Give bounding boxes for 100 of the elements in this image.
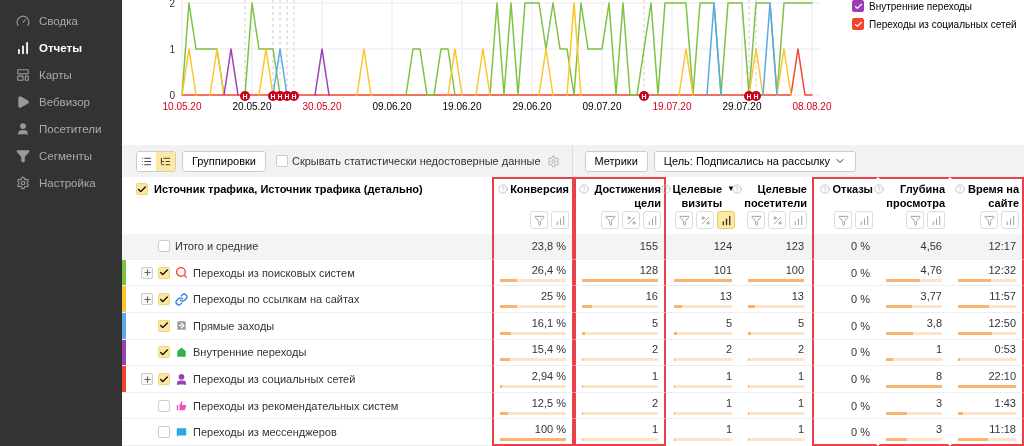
help-icon[interactable] [732,184,743,194]
checkbox[interactable] [158,426,170,439]
help-icon[interactable] [660,184,671,194]
legend-checkbox[interactable] [852,0,864,12]
table-cell: 2 [651,396,658,409]
filter-icon [909,214,921,226]
sidebar-item[interactable]: Сегменты [0,142,122,169]
checkbox[interactable] [158,346,170,359]
table-cell: 1:43 [994,396,1016,409]
filter-button[interactable] [980,211,998,230]
bar-chart-icon [858,214,870,226]
axis-label: 09.07.20 [582,101,622,112]
expand-button[interactable] [141,266,153,279]
checkbox[interactable] [136,183,148,195]
checkbox[interactable] [158,266,170,279]
percent-icon [771,214,783,226]
sidebar-item[interactable]: Вебвизор [0,88,122,115]
sidebar-item[interactable]: Отчеты [0,34,122,61]
filter-button[interactable] [906,211,924,230]
axis-label: 09.06.20 [372,101,412,112]
table-cell: 0 % [851,425,870,438]
expand-button[interactable] [141,293,153,306]
table-cell: 12:17 [988,240,1016,253]
column-header: Отказы [832,182,873,196]
checkbox-label: Скрывать статистически недостоверные данные [291,155,541,167]
axis-label: 29.07.20 [722,101,762,112]
link-icon [175,292,188,306]
axis-label: 2 [169,0,175,9]
checkbox[interactable] [158,240,170,253]
bar-chart-icon [930,214,942,226]
table-cell: 1 [725,396,732,409]
table-cell: 1 [725,422,732,435]
sort-indicator[interactable]: ▼ [727,182,735,196]
table-cell: 0 % [851,399,870,412]
sidebar-item[interactable]: Карты [0,61,122,88]
checkbox[interactable] [158,319,170,332]
table-row[interactable]: Переходы из поисковых систем 26,4 % 128 101 100 0 % 4,76 12:32 [122,259,1024,287]
percent-icon [625,214,637,226]
table-row[interactable]: Переходы по ссылкам на сайтах 25 % 16 13 13 0 % 3,77 11:57 [122,286,1024,313]
metrics-button[interactable]: Метрики [584,150,648,172]
table-cell: 13 [719,290,732,303]
axis-label: 19.06.20 [442,101,482,112]
filter-button[interactable] [601,211,619,230]
search-icon [175,266,188,280]
checkbox[interactable] [158,399,170,412]
table-row[interactable]: Итого и средние 23,8 % 155 124 123 0 % 4,56 12:17 [122,234,1024,260]
table-row[interactable]: Переходы из социальных сетей 2,94 % 1 1 1 0 % 8 22:10 [122,366,1024,393]
percent-button[interactable] [768,211,786,230]
filter-button[interactable] [675,211,693,230]
axis-label: 30.05.20 [302,101,342,112]
axis-label: 19.07.20 [652,101,692,112]
checkbox[interactable] [158,293,170,306]
table-cell: 3,77 [920,290,942,303]
table-cell: 2 [651,343,658,356]
settings-icon[interactable] [546,154,560,168]
percent-button[interactable] [622,211,640,230]
table-cell: 5 [651,316,658,329]
table-cell: 1 [651,422,658,435]
row-label: Переходы из социальных сетей [193,373,356,385]
table-cell: 2 [797,343,804,356]
sidebar-item[interactable]: Настройка [0,169,122,196]
column-header: Целевые посетители [744,182,807,210]
table-cell: 12:50 [988,316,1016,329]
table-cell: 15,4 % [531,343,566,356]
table-row[interactable]: Переходы из мессенджеров 100 % 1 1 1 0 % 3 11:18 [122,419,1024,446]
table-cell: 5 [725,316,732,329]
tree-view-button[interactable] [156,151,175,171]
checkbox[interactable] [158,373,170,385]
speech-bubble-icon [175,425,188,439]
layout-icon [16,67,30,82]
table-cell: 3,8 [926,316,942,329]
axis-label: 20.05.20 [232,101,272,112]
table-row[interactable]: Внутренние переходы 15,4 % 2 2 2 0 % 1 0:53 [122,339,1024,367]
table-cell: 8 [935,370,942,382]
table-cell: 25 % [540,290,566,303]
column-header: Достижения цели [593,182,661,210]
checkbox[interactable] [275,155,288,167]
table-cell: 2 [725,343,732,356]
settings-icon [16,175,30,190]
table-cell: 3 [935,396,942,409]
column-header: Глубина просмотра [886,182,945,210]
thumbs-up-icon [175,399,188,413]
table-cell: 100 % [534,422,566,435]
filter-button[interactable] [834,211,852,230]
list-icon [141,155,152,167]
filter-button[interactable] [530,211,548,230]
sidebar-item[interactable]: Посетители [0,115,122,142]
filter-button[interactable] [747,211,765,230]
sidebar-item[interactable]: Сводка [0,7,122,34]
table-cell: 0 % [851,373,870,385]
play-icon [16,94,30,109]
chart-button[interactable] [717,211,735,230]
legend-checkbox[interactable] [852,18,864,30]
table-row[interactable]: Переходы из рекомендательных систем 12,5 % 2 1 1 0 % 3 1:43 [122,392,1024,420]
goal-dropdown[interactable]: Цель: Подписались на рассылку [653,150,856,172]
arrow-right-icon [175,319,188,333]
table-row[interactable]: Прямые заходы 16,1 % 5 5 5 0 % 3,8 12:50 [122,313,1024,340]
person-icon [175,372,188,386]
expand-button[interactable] [141,373,153,385]
groupings-button[interactable]: Группировки [182,150,266,172]
